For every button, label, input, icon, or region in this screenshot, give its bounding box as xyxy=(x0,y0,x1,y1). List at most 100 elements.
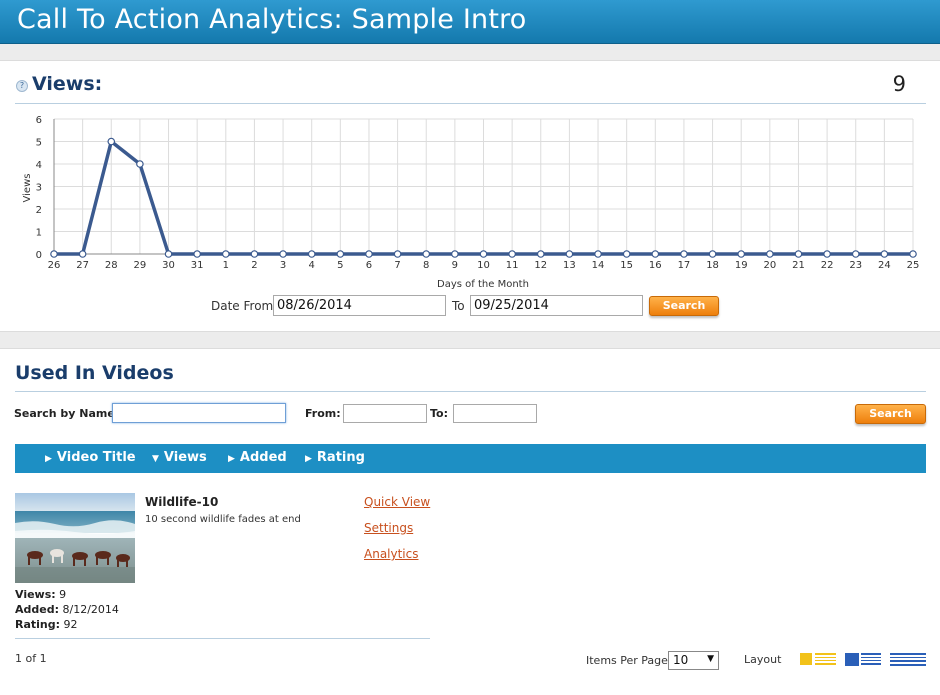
caret-right-icon: ▶ xyxy=(45,454,52,464)
x-tick-label: 3 xyxy=(280,260,286,271)
data-point xyxy=(909,250,917,258)
video-item-divider xyxy=(15,638,430,639)
x-tick-label: 11 xyxy=(506,260,519,271)
x-tick-label: 8 xyxy=(423,260,429,271)
x-tick-label: 31 xyxy=(191,260,204,271)
pagination-status: 1 of 1 xyxy=(15,652,47,665)
analytics-link[interactable]: Analytics xyxy=(364,547,419,561)
layout-label: Layout xyxy=(744,653,782,666)
to-label: To: xyxy=(430,407,448,420)
x-tick-label: 30 xyxy=(162,260,175,271)
search-by-name-input[interactable] xyxy=(112,403,286,423)
chart-y-ticks: 0 1 2 3 4 5 6 xyxy=(36,115,42,261)
app-header: Call To Action Analytics: Sample Intro xyxy=(0,0,940,44)
x-tick-label: 16 xyxy=(649,260,662,271)
help-icon[interactable]: ? xyxy=(16,80,28,92)
x-tick-label: 13 xyxy=(563,260,576,271)
video-thumbnail[interactable] xyxy=(15,493,135,583)
settings-link[interactable]: Settings xyxy=(364,521,413,535)
sort-rating[interactable]: ▶ Rating xyxy=(305,450,365,465)
y-tick-label: 0 xyxy=(36,250,42,261)
sort-video-title[interactable]: ▶ Video Title xyxy=(45,450,136,465)
views-panel: ? Views: 9 0123456 26 27 28 29 30 31 1 2 3 4 5 6 7 8 9… xyxy=(0,60,940,332)
x-tick-label: 24 xyxy=(878,260,891,271)
video-rating: Rating: 92 xyxy=(15,618,78,631)
quick-view-link[interactable]: Quick View xyxy=(364,495,430,509)
caret-down-icon: ▼ xyxy=(152,454,159,464)
sort-views[interactable]: ▼ Views xyxy=(152,450,207,465)
chart-x-axis-label: Days of the Month xyxy=(437,279,529,290)
x-tick-label: 14 xyxy=(592,260,605,271)
data-point xyxy=(451,250,459,258)
views-heading: Views: xyxy=(32,73,103,95)
views-total: 9 xyxy=(892,72,906,96)
data-point xyxy=(164,250,173,258)
x-tick-label: 25 xyxy=(907,260,920,271)
video-added: Added: 8/12/2014 xyxy=(15,603,119,616)
data-point xyxy=(794,250,803,258)
data-point xyxy=(336,250,345,258)
data-point xyxy=(107,137,116,146)
chart-x-ticks: 26 27 28 29 30 31 1 2 3 4 5 6 7 8 9 10 11 12 13 14 15 16 17 18 1… xyxy=(48,260,920,271)
views-line-chart: 0123456 26 27 28 29 30 31 1 2 3 4 5 6 7 8 9 10 11 12 13 14 1… xyxy=(22,115,920,290)
x-tick-label: 1 xyxy=(223,260,229,271)
data-point xyxy=(136,160,144,168)
views-search-button[interactable]: Search xyxy=(649,296,719,316)
from-date-input[interactable] xyxy=(343,404,427,423)
x-tick-label: 5 xyxy=(337,260,343,271)
data-point xyxy=(851,250,860,258)
items-per-page-select[interactable]: 10 ▼ xyxy=(668,651,719,670)
y-tick-label: 3 xyxy=(36,183,42,194)
data-point xyxy=(680,250,688,258)
x-tick-label: 20 xyxy=(763,260,776,271)
caret-right-icon: ▶ xyxy=(228,454,235,464)
compact-layout-icon[interactable] xyxy=(890,653,927,667)
x-tick-label: 6 xyxy=(366,260,372,271)
data-point xyxy=(508,250,516,258)
list-layout-icon[interactable] xyxy=(845,653,882,667)
data-point xyxy=(737,250,746,258)
data-point xyxy=(279,250,287,258)
date-from-label: Date From xyxy=(211,299,274,313)
y-tick-label: 6 xyxy=(36,115,42,126)
data-point xyxy=(622,250,631,258)
data-point xyxy=(651,250,660,258)
data-point xyxy=(422,250,431,258)
page-title: Call To Action Analytics: Sample Intro xyxy=(17,4,527,35)
x-tick-label: 7 xyxy=(394,260,400,271)
date-from-input[interactable] xyxy=(273,295,446,316)
to-date-input[interactable] xyxy=(453,404,537,423)
data-point xyxy=(708,250,717,258)
date-to-label: To xyxy=(452,299,465,313)
x-tick-label: 19 xyxy=(735,260,748,271)
x-tick-label: 27 xyxy=(76,260,89,271)
data-point xyxy=(78,250,87,258)
data-point xyxy=(565,250,574,258)
data-point xyxy=(766,250,774,258)
x-tick-label: 29 xyxy=(134,260,147,271)
grid-layout-icon[interactable] xyxy=(800,653,837,667)
x-tick-label: 17 xyxy=(678,260,691,271)
x-tick-label: 28 xyxy=(105,260,118,271)
chevron-down-icon: ▼ xyxy=(707,654,714,664)
x-tick-label: 26 xyxy=(48,260,61,271)
date-to-input[interactable] xyxy=(470,295,643,316)
views-divider xyxy=(15,103,926,104)
from-label: From: xyxy=(305,407,341,420)
caret-right-icon: ▶ xyxy=(305,454,312,464)
x-tick-label: 22 xyxy=(821,260,834,271)
videos-search-button[interactable]: Search xyxy=(855,404,926,424)
chart-grid xyxy=(53,118,914,255)
data-point xyxy=(222,250,230,258)
data-point xyxy=(594,250,602,258)
y-tick-label: 4 xyxy=(36,160,42,171)
sort-bar: ▶ Video Title ▼ Views ▶ Added ▶ Rating xyxy=(15,444,926,473)
data-point xyxy=(365,250,373,258)
x-tick-label: 15 xyxy=(620,260,633,271)
x-tick-label: 21 xyxy=(792,260,805,271)
sort-added[interactable]: ▶ Added xyxy=(228,450,287,465)
x-tick-label: 10 xyxy=(477,260,490,271)
video-title[interactable]: Wildlife-10 xyxy=(145,495,218,509)
data-point xyxy=(50,250,58,258)
y-tick-label: 2 xyxy=(36,205,42,216)
